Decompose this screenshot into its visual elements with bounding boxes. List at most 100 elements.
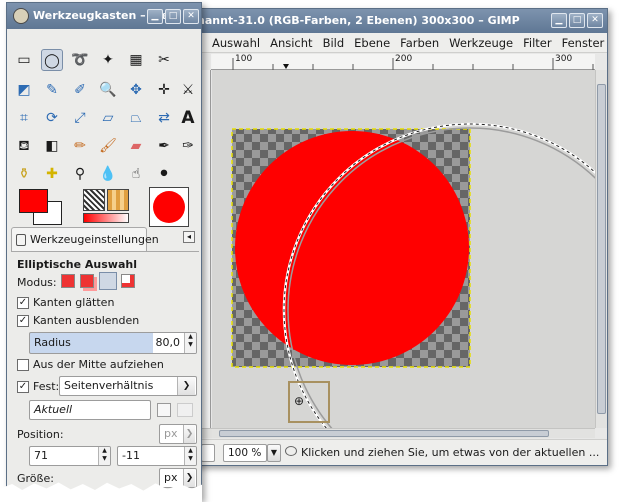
expand-center-row[interactable]: Aus der Mitte aufziehen bbox=[17, 358, 164, 371]
eraser-icon[interactable]: ▰ bbox=[125, 135, 147, 157]
feather-label: Kanten ausblenden bbox=[33, 314, 140, 327]
toolbox-close-icon[interactable]: ✕ bbox=[183, 9, 199, 24]
radius-slider[interactable]: Radius 80,0 ▲ ▼ bbox=[29, 332, 197, 354]
fuzzy-select-icon[interactable]: ✦ bbox=[97, 49, 119, 71]
menu-auswahl[interactable]: Auswahl bbox=[207, 33, 265, 53]
image-window-titlebar[interactable]: hannt-31.0 (RGB-Farben, 2 Ebenen) 300x30… bbox=[179, 9, 607, 33]
toolbox-maximize-icon[interactable]: □ bbox=[165, 9, 181, 24]
zoom-combo[interactable]: 100 % bbox=[223, 444, 267, 462]
unit-combo[interactable] bbox=[201, 444, 215, 462]
active-image-preview[interactable] bbox=[149, 187, 189, 227]
feather-row[interactable]: ✓ Kanten ausblenden bbox=[17, 314, 139, 327]
align-icon[interactable]: ⚔ bbox=[177, 79, 199, 101]
canvas[interactable]: ⊕ bbox=[212, 70, 596, 428]
mode-row: Modus: bbox=[17, 276, 57, 289]
position-x-input[interactable]: 71 ▲ ▼ bbox=[29, 446, 111, 466]
smudge-icon[interactable]: ☝ bbox=[125, 163, 147, 185]
menu-bild[interactable]: Bild bbox=[318, 33, 350, 53]
foreground-color-swatch[interactable] bbox=[19, 189, 48, 213]
color-select-icon[interactable]: ▦ bbox=[125, 49, 147, 71]
ruler-label-200: 200 bbox=[395, 54, 413, 64]
bucket-fill-icon[interactable]: ⛾ bbox=[13, 135, 35, 157]
menu-farben[interactable]: Farben bbox=[395, 33, 444, 53]
tool-options-heading: Elliptische Auswahl bbox=[17, 258, 137, 271]
fixed-mode-value: Seitenverhältnis bbox=[64, 379, 154, 392]
crop-icon[interactable]: ⌗ bbox=[13, 107, 35, 129]
perspective-clone-icon[interactable]: ⚲ bbox=[69, 163, 91, 185]
pattern-preview[interactable] bbox=[107, 189, 129, 211]
pencil-icon[interactable]: ✏ bbox=[69, 135, 91, 157]
position-y-input[interactable]: -11 ▲ ▼ bbox=[117, 446, 197, 466]
maximize-icon[interactable]: □ bbox=[569, 13, 585, 28]
position-unit-select[interactable]: px ❯ bbox=[159, 424, 197, 444]
minimize-icon[interactable]: ▁ bbox=[551, 13, 567, 28]
foreground-select-icon[interactable]: ◩ bbox=[13, 79, 35, 101]
brush-preview[interactable] bbox=[83, 189, 105, 211]
ruler-label-100: 100 bbox=[235, 54, 253, 64]
zoom-icon[interactable]: 🔍 bbox=[97, 79, 119, 101]
menu-filter[interactable]: Filter bbox=[518, 33, 556, 53]
image-window-title: hannt-31.0 (RGB-Farben, 2 Ebenen) 300x30… bbox=[197, 14, 520, 27]
size-unit-dropdown-icon[interactable]: ❯ bbox=[183, 469, 195, 487]
menu-ansicht[interactable]: Ansicht bbox=[265, 33, 317, 53]
antialias-row[interactable]: ✓ Kanten glätten bbox=[17, 296, 114, 309]
text-icon[interactable]: A bbox=[177, 107, 199, 129]
mode-intersect-icon[interactable] bbox=[121, 274, 135, 288]
mode-replace-icon[interactable] bbox=[61, 274, 75, 288]
color-picker-icon[interactable]: ✐ bbox=[69, 79, 91, 101]
menu-fenster[interactable]: Fenster bbox=[557, 33, 607, 53]
ink-icon[interactable]: ✑ bbox=[177, 135, 199, 157]
menu-werkzeuge[interactable]: Werkzeuge bbox=[444, 33, 518, 53]
status-hint-icon bbox=[285, 446, 297, 456]
menu-ebene[interactable]: Ebene bbox=[349, 33, 395, 53]
fixed-value-entry[interactable]: Aktuell bbox=[29, 400, 151, 420]
blur-icon[interactable]: 💧 bbox=[97, 163, 119, 185]
zoom-dropdown-icon[interactable]: ▼ bbox=[267, 444, 281, 462]
horizontal-ruler[interactable]: 100 200 300 bbox=[211, 54, 595, 70]
fixed-mode-dropdown-icon[interactable]: ❯ bbox=[177, 377, 195, 395]
feather-checkbox[interactable]: ✓ bbox=[17, 315, 29, 327]
rotate-icon[interactable]: ⟳ bbox=[41, 107, 63, 129]
horizontal-scrollbar[interactable] bbox=[195, 428, 595, 438]
toolbox-window: Werkzeugkasten – We ▁ □ ✕ ▭ ◯ ➰ ✦ ▦ ✂ ◩ … bbox=[6, 2, 202, 500]
heal-icon[interactable]: ✚ bbox=[41, 163, 63, 185]
ellipse-select-icon[interactable]: ◯ bbox=[41, 49, 63, 71]
expand-center-checkbox[interactable] bbox=[17, 359, 29, 371]
gradient-preview[interactable] bbox=[83, 213, 129, 223]
move-icon[interactable]: ✛ bbox=[153, 79, 175, 101]
airbrush-icon[interactable]: ✒ bbox=[153, 135, 175, 157]
perspective-icon[interactable]: ⏢ bbox=[125, 107, 147, 129]
mode-subtract-icon[interactable] bbox=[99, 272, 117, 290]
shear-icon[interactable]: ▱ bbox=[97, 107, 119, 129]
mode-add-icon[interactable] bbox=[80, 274, 94, 288]
position-x-spinner-icon[interactable]: ▲ ▼ bbox=[98, 447, 110, 465]
fixed-mode-select[interactable]: Seitenverhältnis ❯ bbox=[59, 376, 197, 396]
panel-menu-icon[interactable]: ◂ bbox=[183, 231, 195, 243]
scissors-icon[interactable]: ✂ bbox=[153, 49, 175, 71]
flip-icon[interactable]: ⇄ bbox=[153, 107, 175, 129]
fixed-checkbox[interactable]: ✓ bbox=[17, 381, 29, 393]
clone-icon[interactable]: ⚱ bbox=[13, 163, 35, 185]
measure-icon[interactable]: ✥ bbox=[125, 79, 147, 101]
close-icon[interactable]: ✕ bbox=[587, 13, 603, 28]
position-unit-dropdown-icon[interactable]: ❯ bbox=[183, 425, 195, 443]
position-y-spinner-icon[interactable]: ▲ ▼ bbox=[184, 447, 196, 465]
free-select-icon[interactable]: ➰ bbox=[69, 49, 91, 71]
dodge-burn-icon[interactable]: ⚫ bbox=[153, 163, 175, 185]
radius-spinner-icon[interactable]: ▲ ▼ bbox=[184, 333, 196, 353]
portrait-icon[interactable] bbox=[157, 403, 171, 417]
rect-select-icon[interactable]: ▭ bbox=[13, 49, 35, 71]
toolbox-titlebar[interactable]: Werkzeugkasten – We ▁ □ ✕ bbox=[7, 3, 201, 29]
vertical-scrollbar[interactable] bbox=[595, 70, 607, 428]
antialias-checkbox[interactable]: ✓ bbox=[17, 297, 29, 309]
toolbox-minimize-icon[interactable]: ▁ bbox=[147, 9, 163, 24]
landscape-icon[interactable] bbox=[177, 403, 193, 417]
tab-tool-options[interactable]: Werkzeugeinstellungen bbox=[11, 227, 159, 252]
scale-icon[interactable]: ⤢ bbox=[69, 107, 91, 129]
position-x-value: 71 bbox=[34, 449, 48, 462]
blend-icon[interactable]: ◧ bbox=[41, 135, 63, 157]
fixed-row[interactable]: ✓ Fest: bbox=[17, 380, 59, 393]
position-unit-value: px bbox=[164, 427, 178, 440]
paths-icon[interactable]: ✎ bbox=[41, 79, 63, 101]
paintbrush-icon[interactable]: 🖌 bbox=[97, 135, 119, 157]
